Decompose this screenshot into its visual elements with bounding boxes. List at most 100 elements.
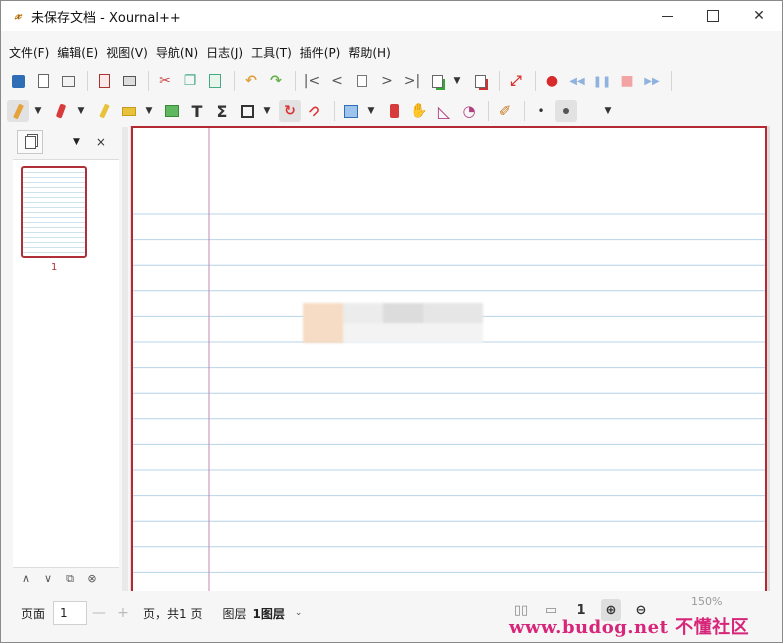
sidebar-splitter[interactable]: [122, 127, 128, 591]
insert-page-dropdown-icon[interactable]: ▼: [451, 70, 463, 92]
fast-forward-icon[interactable]: ▶▶: [641, 70, 663, 92]
main-toolbar: ✂ ❐ ↶ ↷ |< < > >| ▼ ⤢ ● ◀◀ ❚❚ ■ ▶▶: [7, 67, 677, 95]
first-page-icon[interactable]: |<: [301, 70, 323, 92]
delete-page-icon[interactable]: ⊗: [83, 570, 101, 588]
menu-file[interactable]: 文件(F): [5, 44, 53, 61]
move-page-up-icon[interactable]: ∧: [17, 570, 35, 588]
selection-dropdown-icon[interactable]: ▼: [365, 100, 377, 122]
goto-page-icon[interactable]: [351, 70, 373, 92]
highlighter-icon[interactable]: [93, 100, 115, 122]
open-folder-icon[interactable]: [57, 70, 79, 92]
pause-icon[interactable]: ❚❚: [591, 70, 613, 92]
copy-icon[interactable]: ❐: [179, 70, 201, 92]
ruler-magnet-icon[interactable]: ⊃: [299, 95, 330, 126]
toolbar-separator: [87, 71, 88, 91]
menu-view[interactable]: 视图(V): [102, 44, 152, 61]
toolbar-separator: [524, 101, 525, 121]
insert-page-icon[interactable]: [426, 70, 448, 92]
record-icon[interactable]: ●: [541, 70, 563, 92]
xournal-app-icon: 𝓍: [14, 8, 22, 23]
page-preview-icon: [24, 135, 36, 149]
default-tool-icon[interactable]: ✐: [494, 100, 516, 122]
medium-point-icon[interactable]: [555, 100, 577, 122]
select-dropdown-icon[interactable]: ▼: [143, 100, 155, 122]
new-document-icon[interactable]: [32, 70, 54, 92]
setsquare-icon[interactable]: ◺: [433, 100, 455, 122]
minimize-button[interactable]: [644, 1, 690, 31]
previous-page-icon[interactable]: <: [326, 70, 348, 92]
toolbar-separator: [499, 71, 500, 91]
menu-navigation[interactable]: 导航(N): [152, 44, 202, 61]
window-controls: ✕: [644, 1, 782, 31]
text-tool-icon[interactable]: T: [186, 100, 208, 122]
cut-icon[interactable]: ✂: [154, 70, 176, 92]
delete-page-icon[interactable]: [469, 70, 491, 92]
zoom-level: 150%: [691, 595, 723, 608]
status-bar: 页面 1 — + 页，共1 页 图层 1图层 ⌄ ▯▯ ▭ 1 ⊕ ⊖ 150%…: [1, 593, 782, 638]
layer-selector[interactable]: 1图层: [252, 605, 284, 622]
shape-rectangle-icon[interactable]: [236, 100, 258, 122]
next-page-icon[interactable]: >: [376, 70, 398, 92]
page-number-input[interactable]: 1: [53, 601, 88, 625]
menu-plugins[interactable]: 插件(P): [296, 44, 345, 61]
sidebar-mode-button[interactable]: [17, 130, 43, 154]
more-tools-dropdown-icon[interactable]: ▼: [602, 100, 614, 122]
sidebar-header: ▼ ×: [13, 127, 119, 157]
page-decrement-button[interactable]: —: [87, 605, 111, 621]
menu-tools[interactable]: 工具(T): [247, 44, 296, 61]
blurred-content: [303, 303, 523, 343]
shape-recognizer-icon[interactable]: ↻: [279, 100, 301, 122]
shape-dropdown-icon[interactable]: ▼: [261, 100, 273, 122]
menu-edit[interactable]: 编辑(E): [53, 44, 102, 61]
stop-icon[interactable]: ■: [616, 70, 638, 92]
close-button[interactable]: ✕: [736, 1, 782, 31]
page-preview-sidebar: ▼ × 1 ∧ ∨ ⧉ ⊗: [13, 127, 119, 589]
math-tex-icon[interactable]: Σ: [211, 100, 233, 122]
text-select-icon[interactable]: [118, 100, 140, 122]
menu-help[interactable]: 帮助(H): [344, 44, 394, 61]
document-canvas[interactable]: [130, 126, 770, 591]
app-window: 𝓍 未保存文档 - Xournal++ ✕ 文件(F) 编辑(E) 视图(V) …: [0, 0, 783, 643]
menu-bar: 文件(F) 编辑(E) 视图(V) 导航(N) 日志(J) 工具(T) 插件(P…: [1, 41, 395, 63]
paste-icon[interactable]: [204, 70, 226, 92]
page-total-label: 页，共1 页: [143, 606, 203, 621]
last-page-icon[interactable]: >|: [401, 70, 423, 92]
select-rectangle-icon[interactable]: [340, 100, 362, 122]
rewind-icon[interactable]: ◀◀: [566, 70, 588, 92]
window-title: 未保存文档 - Xournal++: [31, 10, 181, 26]
pen-icon[interactable]: [7, 100, 29, 122]
toolbar-separator: [671, 71, 672, 91]
sidebar-close-icon[interactable]: ×: [96, 135, 106, 149]
redo-icon[interactable]: ↷: [265, 70, 287, 92]
duplicate-page-icon[interactable]: ⧉: [61, 570, 79, 588]
page-increment-button[interactable]: +: [111, 605, 135, 621]
hand-icon[interactable]: ✋: [408, 100, 430, 122]
page-preview-list: 1: [13, 159, 119, 569]
move-page-down-icon[interactable]: ∨: [39, 570, 57, 588]
save-icon[interactable]: [7, 70, 29, 92]
menu-journal[interactable]: 日志(J): [202, 44, 247, 61]
thin-point-icon[interactable]: •: [530, 100, 552, 122]
sidebar-dropdown-icon[interactable]: ▼: [73, 137, 80, 147]
export-pdf-icon[interactable]: [93, 70, 115, 92]
pen-dropdown-icon[interactable]: ▼: [32, 100, 44, 122]
toolbar-separator: [334, 101, 335, 121]
eraser-dropdown-icon[interactable]: ▼: [75, 100, 87, 122]
print-icon[interactable]: [118, 70, 140, 92]
page-thumbnail[interactable]: [21, 166, 87, 258]
layer-dropdown-icon[interactable]: ⌄: [295, 608, 303, 618]
image-icon[interactable]: [161, 100, 183, 122]
ruled-page[interactable]: [131, 126, 767, 591]
toolbar-separator: [488, 101, 489, 121]
ruled-lines: [133, 128, 765, 591]
maximize-button[interactable]: [690, 1, 736, 31]
compass-icon[interactable]: ◔: [458, 100, 480, 122]
vertical-space-icon[interactable]: [383, 100, 405, 122]
toolbar-separator: [295, 71, 296, 91]
toolbar-separator: [148, 71, 149, 91]
fullscreen-icon[interactable]: ⤢: [505, 70, 527, 92]
toolbar-separator: [234, 71, 235, 91]
eraser-icon[interactable]: [50, 100, 72, 122]
layer-label: 图层: [222, 606, 247, 621]
undo-icon[interactable]: ↶: [240, 70, 262, 92]
